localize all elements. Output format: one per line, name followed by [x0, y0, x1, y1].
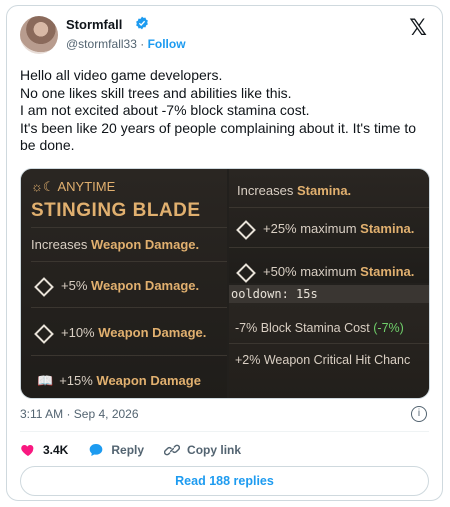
divider [229, 207, 429, 208]
divider [31, 261, 227, 262]
book-icon: 📖 [37, 373, 54, 388]
skill-description: Increases Weapon Damage. [31, 237, 200, 252]
author-handle[interactable]: @stormfall33 [66, 37, 137, 51]
separator-dot: · [140, 37, 145, 51]
divider [31, 355, 227, 356]
post-text: Hello all video game developers. No one … [20, 67, 417, 153]
media-image-stinging-blade[interactable]: ☼☾ ANYTIME STINGING BLADE Increases Weap… [21, 169, 227, 398]
x-logo-icon[interactable]: 𝕏 [409, 16, 427, 41]
cooldown-label: ooldown: 15s [229, 285, 429, 303]
post-media-grid[interactable]: ☼☾ ANYTIME STINGING BLADE Increases Weap… [20, 168, 430, 399]
rank-row: +50% maximum Stamina. [236, 262, 419, 283]
post-timestamp[interactable]: 3:11 AM · Sep 4, 2026 [20, 407, 139, 421]
diamond-icon [34, 323, 54, 344]
rank-row: +10% Weapon Damage. [34, 323, 217, 344]
copy-link-button[interactable]: Copy link [164, 442, 241, 458]
diamond-icon [236, 262, 256, 283]
author-name[interactable]: Stormfall [66, 17, 122, 32]
reply-icon [90, 444, 103, 456]
divider [31, 307, 227, 308]
diamond-icon [34, 276, 54, 297]
info-icon[interactable]: i [411, 406, 427, 422]
stat-row: -7% Block Stamina Cost (-7%) [235, 321, 404, 335]
rank-row: +5% Weapon Damage. [34, 276, 217, 297]
rank-row: 📖 +15% Weapon Damage [37, 373, 201, 388]
verified-badge-icon [136, 16, 148, 30]
rank-row: +25% maximum Stamina. [236, 219, 419, 240]
anytime-tag: ☼☾ ANYTIME [31, 179, 116, 194]
link-icon [164, 444, 181, 456]
read-replies-button[interactable]: Read 188 replies [20, 466, 429, 496]
follow-button[interactable]: Follow [148, 37, 186, 51]
skill-description: Increases Stamina. [237, 183, 352, 198]
divider [20, 431, 429, 432]
divider [229, 343, 429, 344]
avatar[interactable] [20, 16, 58, 54]
reply-button[interactable]: Reply [88, 442, 144, 458]
skill-title: STINGING BLADE [31, 200, 201, 221]
like-count: 3.4K [43, 443, 69, 457]
stat-row: +2% Weapon Critical Hit Chanc [235, 353, 411, 367]
divider [229, 247, 429, 248]
action-bar: 3.4K Reply Copy link [20, 442, 241, 458]
post-card: Stormfall @stormfall33 · Follow 𝕏 Hello … [6, 5, 443, 501]
like-button[interactable]: 3.4K [20, 442, 68, 458]
media-image-stamina[interactable]: Increases Stamina. +25% maximum Stamina.… [229, 169, 429, 283]
media-image-block-stamina[interactable]: ooldown: 15s -7% Block Stamina Cost (-7%… [229, 285, 429, 398]
divider [31, 227, 227, 228]
sun-moon-icon: ☼☾ [31, 179, 55, 194]
diamond-icon [236, 219, 256, 240]
author-handle-line: @stormfall33 · Follow [66, 37, 186, 51]
heart-icon [21, 445, 34, 456]
